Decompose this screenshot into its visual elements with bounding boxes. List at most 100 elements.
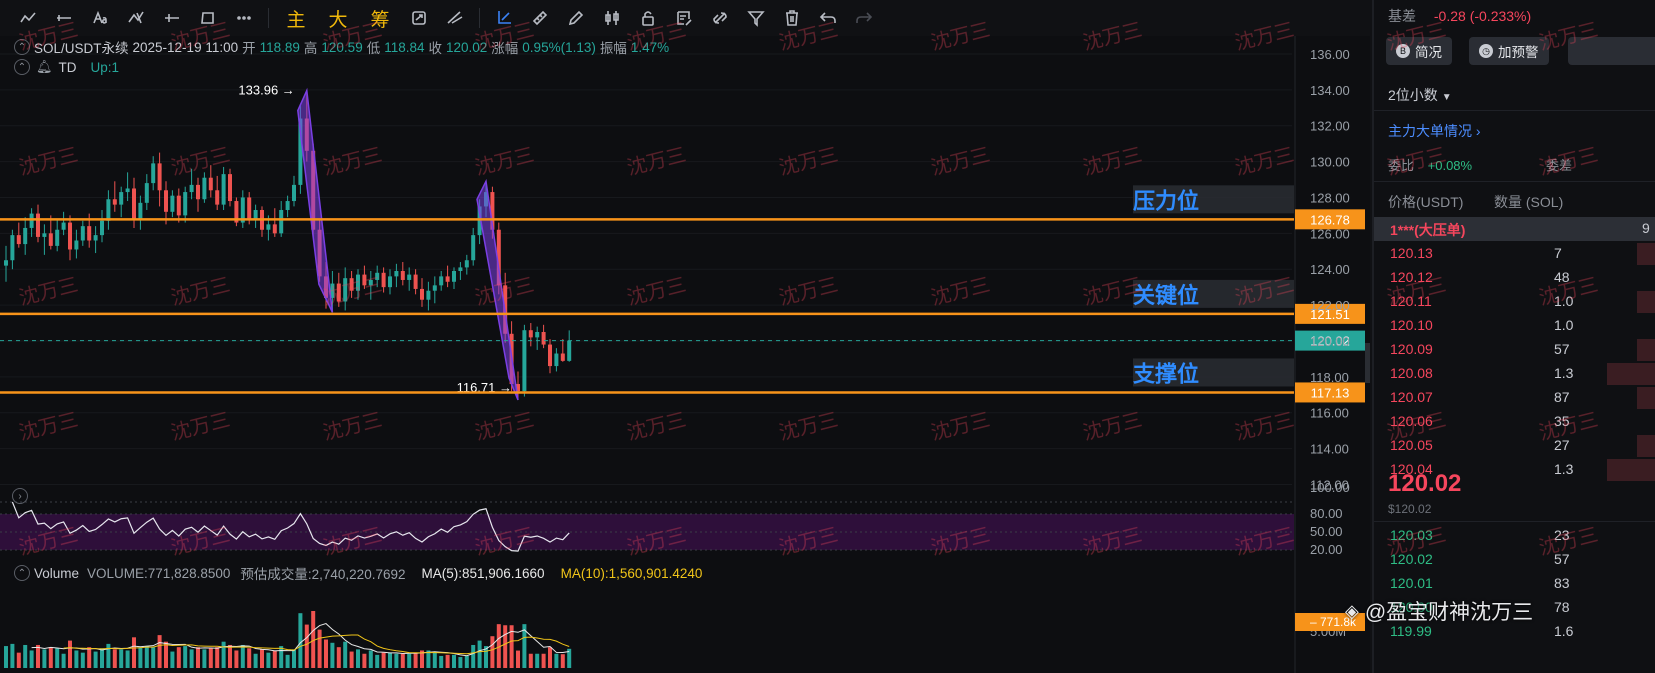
close-value: 120.02: [446, 39, 488, 55]
volume-bar: [80, 652, 85, 668]
undo-icon[interactable]: [810, 3, 846, 33]
ask-row[interactable]: 120.11 1.0: [1374, 290, 1655, 314]
bid-qty: 1.6: [1554, 623, 1574, 639]
text-icon[interactable]: [82, 3, 118, 33]
add-alert-button[interactable]: ◷ 加预警: [1469, 37, 1549, 65]
volume-bar: [432, 651, 437, 668]
volume-bar: [61, 653, 66, 668]
trash-icon[interactable]: [774, 3, 810, 33]
collapse-icon[interactable]: ⌃: [14, 39, 30, 55]
horizontal-line-icon[interactable]: [46, 3, 82, 33]
candle-body: [48, 233, 53, 246]
ask-price: 120.13: [1390, 245, 1433, 261]
volume-bar: [490, 636, 495, 668]
ask-row[interactable]: 120.08 1.3: [1374, 362, 1655, 386]
volume-bar: [87, 647, 92, 668]
volume-bar: [324, 639, 328, 668]
ask-row[interactable]: 120.09 57: [1374, 338, 1655, 362]
volume-bar: [560, 654, 565, 668]
low-label: 低: [366, 41, 381, 56]
volume-bar: [29, 650, 34, 668]
change-value: 0.95%(1.13): [522, 39, 596, 55]
ask-row[interactable]: 120.10 1.0: [1374, 314, 1655, 338]
ask-row[interactable]: 120.12 48: [1374, 266, 1655, 290]
depth-bar: [1637, 291, 1655, 313]
expand-rsi-icon[interactable]: ›: [12, 488, 28, 504]
filter-icon[interactable]: [738, 3, 774, 33]
collapse-icon[interactable]: ⌃: [14, 565, 30, 581]
bid-row[interactable]: 120.01 83: [1374, 572, 1655, 596]
toolbar-divider: [479, 8, 480, 28]
measure-icon[interactable]: [437, 3, 473, 33]
brush-icon[interactable]: [118, 3, 154, 33]
ask-row[interactable]: 120.05 27: [1374, 434, 1655, 458]
ask-row[interactable]: 120.13 7: [1374, 242, 1655, 266]
more-panel-button[interactable]: [1568, 37, 1655, 65]
more-icon[interactable]: [226, 3, 262, 33]
decimals-select[interactable]: 2位小数 ▼: [1388, 85, 1452, 105]
volume-bar: [413, 652, 418, 668]
big-order-link[interactable]: 主力大单情况 ›: [1388, 121, 1481, 141]
brief-button[interactable]: B 简况: [1386, 37, 1452, 65]
candles-icon[interactable]: [594, 3, 630, 33]
bid-qty: 78: [1554, 599, 1570, 615]
candle-body: [266, 224, 271, 230]
bell-icon[interactable]: 🔔︎: [36, 59, 53, 75]
bid-row[interactable]: 120.02 57: [1374, 548, 1655, 572]
candle-body: [100, 220, 104, 236]
note-icon[interactable]: [666, 3, 702, 33]
lock-icon[interactable]: [630, 3, 666, 33]
ask-row[interactable]: 120.07 87: [1374, 386, 1655, 410]
trendline-icon[interactable]: [10, 3, 46, 33]
candle-body: [151, 163, 156, 184]
indicator-main-button[interactable]: 主: [275, 3, 317, 33]
ruler-icon[interactable]: [522, 3, 558, 33]
big-ask-row[interactable]: 1***(大压单) 9: [1374, 217, 1655, 241]
volume-bar: [119, 649, 124, 668]
indicator-chips-button[interactable]: 筹: [359, 3, 401, 33]
volume-bar: [183, 646, 188, 668]
volume-bar: [503, 625, 508, 668]
basis-label: 基差: [1388, 8, 1416, 24]
bid-price: 120.02: [1390, 551, 1433, 567]
collapse-icon[interactable]: ⌃: [14, 59, 30, 75]
ask-qty: 7: [1554, 245, 1562, 261]
volume-bar: [93, 651, 98, 668]
candle-body: [87, 226, 92, 241]
price-tick-label: 122.00: [1310, 298, 1350, 313]
candle-body: [16, 235, 21, 245]
depth-bar: [1607, 459, 1655, 481]
candle-body: [548, 344, 552, 367]
ask-qty: 1.0: [1554, 317, 1574, 333]
candle-body: [80, 226, 85, 241]
candle-body: [42, 233, 47, 237]
volume-bar: [260, 649, 264, 668]
volume-bar: [375, 654, 380, 668]
ray-icon[interactable]: [154, 3, 190, 33]
depth-bar: [1637, 435, 1655, 457]
candle-body: [36, 213, 40, 237]
indicator-big-button[interactable]: 大: [317, 3, 359, 33]
redo-icon[interactable]: [846, 3, 882, 33]
ask-row[interactable]: 120.06 35: [1374, 410, 1655, 434]
candle-body: [74, 240, 79, 250]
price-tick-label: 120.00: [1310, 334, 1350, 349]
link-icon[interactable]: [702, 3, 738, 33]
ask-qty: 27: [1554, 437, 1570, 453]
td-label: TD: [58, 59, 77, 75]
col-price-header: 价格(USDT): [1388, 194, 1464, 210]
volume-bar: [304, 624, 309, 668]
big-ask-qty: 9: [1642, 220, 1650, 236]
candle-body: [183, 192, 188, 216]
ohlc-legend: ⌃ SOL/USDT永续 2025-12-19 11:00 开 118.89 高1…: [14, 37, 669, 57]
magnet-sync-icon[interactable]: [401, 3, 437, 33]
candle-body: [23, 227, 28, 245]
candle-body: [29, 213, 34, 228]
crosshair-icon[interactable]: [486, 3, 522, 33]
bid-row[interactable]: 120.03 23: [1374, 524, 1655, 548]
volume-estimate: 预估成交量:2,740,220.7692: [240, 567, 406, 582]
volume-bar: [176, 647, 181, 668]
candle-body: [285, 201, 290, 211]
rectangle-icon[interactable]: [190, 3, 226, 33]
pen-icon[interactable]: [558, 3, 594, 33]
